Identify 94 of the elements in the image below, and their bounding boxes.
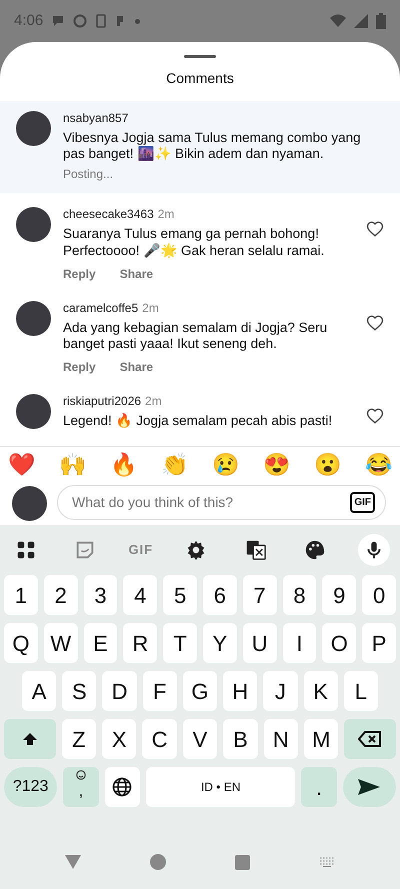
key[interactable]: X — [102, 719, 136, 759]
comment-text: Legend! 🔥 Jogja semalam pecah abis pasti! — [63, 413, 334, 430]
signal-icon — [354, 14, 368, 28]
username[interactable]: caramelcoffe5 — [63, 298, 138, 317]
backspace-icon — [358, 730, 382, 748]
avatar[interactable] — [16, 394, 51, 430]
period-key[interactable]: . — [301, 767, 337, 807]
avatar[interactable] — [16, 111, 51, 146]
key[interactable]: 7 — [242, 575, 277, 615]
recents-icon[interactable] — [235, 854, 250, 870]
comment-time: 2m — [142, 300, 159, 317]
space-key[interactable]: ID • EN — [146, 767, 296, 807]
key[interactable]: R — [123, 623, 158, 663]
key[interactable]: H — [223, 671, 258, 711]
emoji-comma-key[interactable]: , — [63, 767, 99, 807]
key[interactable]: K — [304, 671, 338, 711]
key[interactable]: 5 — [163, 575, 197, 615]
dot-icon — [135, 18, 140, 24]
key[interactable]: J — [263, 671, 298, 711]
comment-text: Ada yang kebagian semalam di Jogja? Seru banget pasti yaaa! Ikut seneng deh. — [63, 320, 328, 352]
avatar — [12, 486, 47, 521]
avatar[interactable] — [16, 300, 51, 336]
smiley-icon — [76, 770, 86, 780]
home-icon[interactable] — [150, 854, 166, 870]
wifi-icon — [330, 14, 346, 28]
key[interactable]: B — [223, 719, 258, 759]
palette-icon[interactable] — [304, 539, 326, 561]
key[interactable]: A — [22, 671, 56, 711]
battery-icon — [376, 13, 386, 29]
keyboard-icon[interactable] — [319, 857, 336, 867]
comment-time: 2m — [145, 393, 162, 410]
chat-icon — [51, 14, 66, 28]
key[interactable]: F — [142, 671, 177, 711]
backspace-key[interactable] — [344, 719, 396, 759]
voice-input-button[interactable] — [358, 534, 390, 566]
sticker-icon[interactable] — [74, 539, 96, 561]
username[interactable]: nsabyan857 — [63, 109, 128, 127]
comment-text: Suaranya Tulus emang ga pernah bohong! Perfectoooo! 🎤🌟 Gak heran selalu ramai. — [63, 226, 326, 259]
language-key[interactable] — [104, 767, 140, 807]
key[interactable]: W — [44, 623, 78, 663]
key[interactable]: 6 — [202, 575, 237, 615]
reply-link[interactable]: Reply — [63, 358, 96, 376]
key[interactable]: 8 — [282, 575, 316, 615]
key[interactable]: V — [182, 719, 218, 759]
symbols-key[interactable]: ?123 — [4, 767, 58, 807]
key[interactable]: 0 — [362, 575, 396, 615]
send-icon — [358, 778, 380, 796]
send-key[interactable] — [342, 767, 396, 807]
key[interactable]: I — [282, 623, 316, 663]
heart-icon[interactable] — [366, 314, 384, 332]
key[interactable]: O — [322, 623, 356, 663]
key[interactable]: C — [142, 719, 177, 759]
key[interactable]: N — [264, 719, 298, 759]
key[interactable]: G — [182, 671, 218, 711]
key[interactable]: Y — [202, 623, 237, 663]
share-link[interactable]: Share — [120, 264, 154, 283]
comment-time: 2m — [158, 206, 174, 224]
reply-link[interactable]: Reply — [63, 264, 96, 283]
key[interactable]: T — [163, 623, 197, 663]
avatar[interactable] — [16, 207, 51, 242]
back-icon[interactable] — [64, 855, 81, 869]
key[interactable]: Q — [4, 623, 38, 663]
key[interactable]: 1 — [4, 575, 38, 615]
posting-status: Posting... — [63, 166, 114, 184]
shift-key[interactable] — [4, 719, 56, 759]
grid-icon[interactable] — [15, 539, 37, 561]
gif-button[interactable]: GIF — [350, 492, 375, 513]
key[interactable]: 4 — [123, 575, 158, 615]
key[interactable]: S — [62, 671, 96, 711]
emoji-reaction[interactable]: ❤ — [8, 451, 35, 480]
key[interactable]: 3 — [84, 575, 118, 615]
share-link[interactable]: Share — [120, 358, 154, 376]
status-time: 4:06 — [14, 10, 44, 31]
key[interactable]: D — [102, 671, 137, 711]
globe-icon — [112, 777, 132, 797]
key[interactable]: P — [362, 623, 396, 663]
key[interactable]: L — [344, 671, 378, 711]
translate-icon[interactable] — [244, 539, 267, 561]
key[interactable]: Z — [62, 719, 96, 759]
comment-input-field[interactable]: What do you think of this? GIF — [57, 484, 386, 520]
key[interactable]: U — [242, 623, 277, 663]
key[interactable]: 2 — [44, 575, 78, 615]
key[interactable]: E — [84, 623, 118, 663]
phone-icon — [95, 14, 108, 28]
drag-handle[interactable] — [184, 55, 216, 58]
heart-icon[interactable] — [366, 220, 384, 238]
username[interactable]: cheesecake3463 — [63, 205, 154, 224]
username[interactable]: riskiaputri2026 — [63, 392, 142, 410]
key[interactable]: 9 — [322, 575, 356, 615]
shift-icon — [22, 731, 38, 747]
comment-text: Vibesnya Jogja sama Tulus memang combo yang pas banget! 🌆✨ Bikin adem dan nyaman. — [63, 130, 362, 162]
key[interactable]: M — [304, 719, 338, 759]
heart-icon[interactable] — [366, 407, 384, 426]
sheet-title: Comments — [165, 69, 235, 88]
